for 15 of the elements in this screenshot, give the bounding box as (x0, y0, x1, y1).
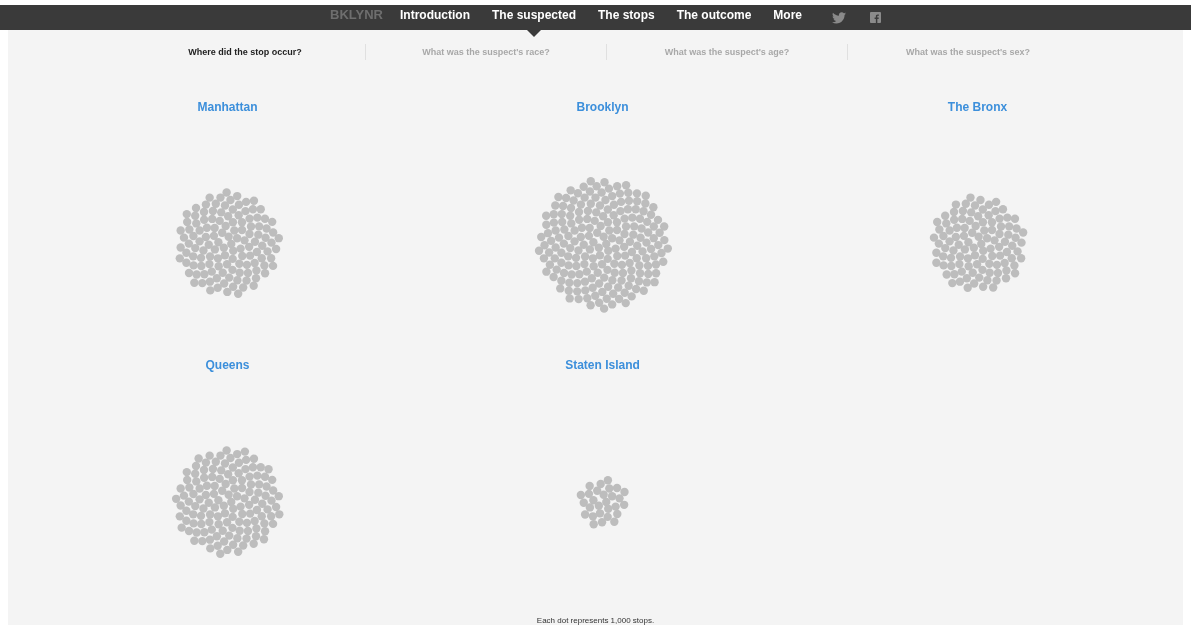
footnote: Each dot represents 1,000 stops. (535, 616, 656, 625)
dot-cluster-drawing (576, 476, 629, 529)
nav-link[interactable]: The outcome (676, 5, 752, 37)
nav-link[interactable]: More (773, 5, 802, 37)
borough-title: Brooklyn (576, 100, 629, 114)
borough-title: Manhattan (197, 100, 258, 114)
nav-link[interactable]: The suspected (491, 5, 576, 37)
bird-icon[interactable] (832, 11, 846, 24)
facebook-icon[interactable] (870, 12, 881, 23)
question-tab[interactable]: Where did the stop occur? (125, 44, 365, 60)
nav-link[interactable]: Introduction (400, 5, 470, 37)
borough-title: The Bronx (947, 100, 1008, 114)
borough-title: Queens (205, 358, 250, 372)
nav-link[interactable]: The stops (598, 5, 655, 37)
borough-title: Staten Island (565, 358, 640, 372)
